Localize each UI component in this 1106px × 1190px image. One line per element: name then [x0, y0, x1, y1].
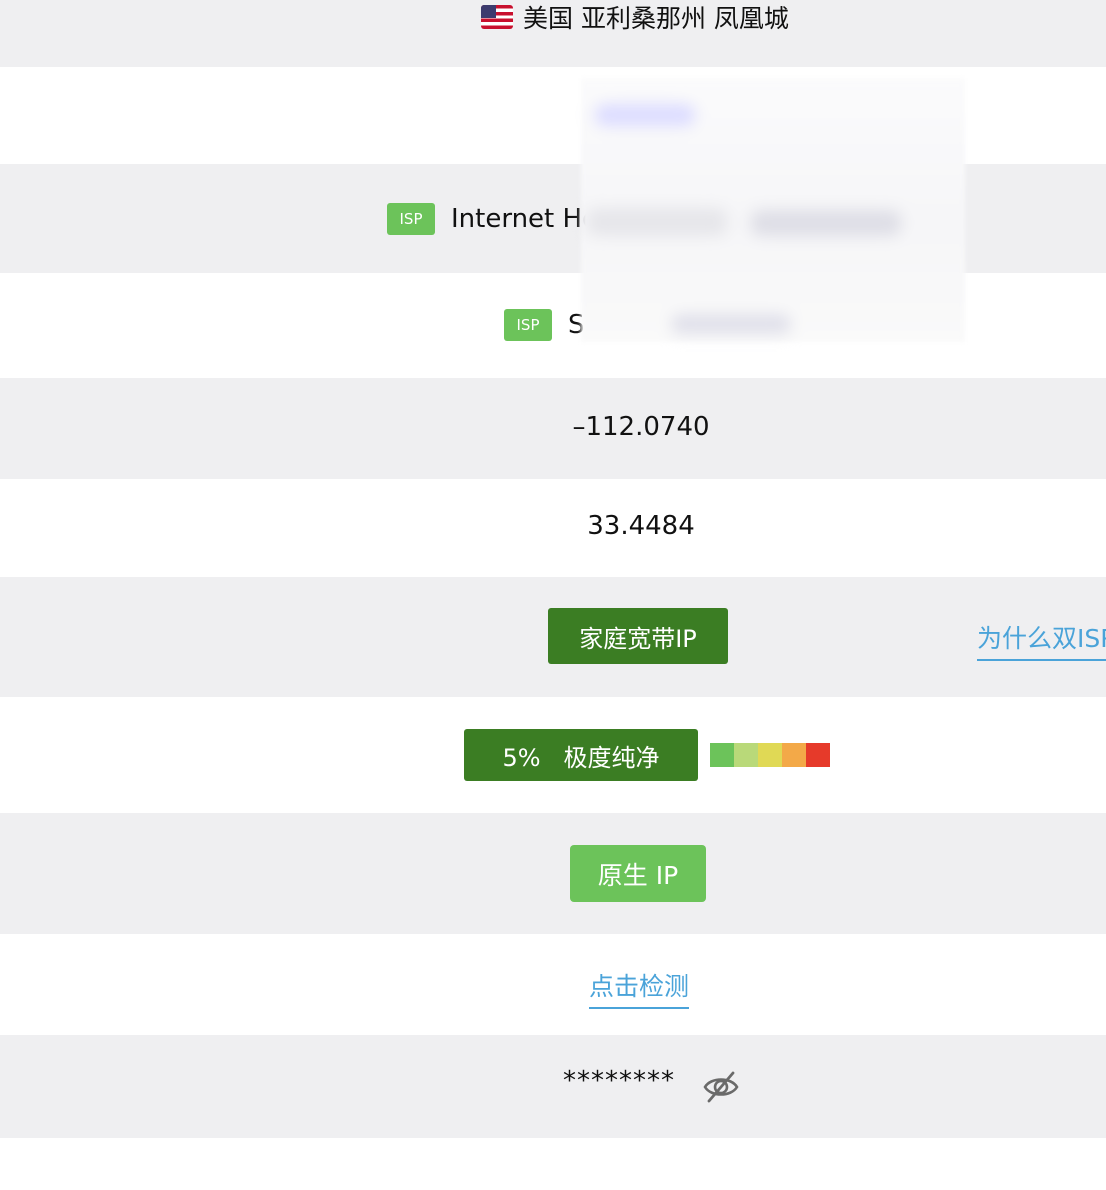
- purity-scale: [710, 743, 830, 767]
- row-native-ip: [0, 813, 1106, 934]
- isp-badge: ISP: [387, 203, 435, 235]
- purity-scale-segment: [782, 743, 806, 767]
- masked-value: ********: [563, 1066, 675, 1096]
- purity-scale-segment: [806, 743, 830, 767]
- us-flag-icon: [481, 5, 513, 29]
- why-dual-isp-link[interactable]: 为什么双ISP: [977, 619, 1106, 661]
- latitude-value: 33.4484: [587, 511, 695, 541]
- purity-scale-segment: [758, 743, 782, 767]
- ip-type-badge: 家庭宽带IP: [548, 608, 728, 664]
- native-ip-badge: 原生 IP: [570, 845, 706, 902]
- purity-scale-segment: [710, 743, 734, 767]
- row-masked: [0, 1035, 1106, 1138]
- location-label: 美国 亚利桑那州 凤凰城: [523, 4, 789, 33]
- purity-scale-segment: [734, 743, 758, 767]
- longitude-value: –112.0740: [572, 412, 710, 442]
- privacy-blur: [581, 78, 965, 342]
- isp-name: Internet Ho: [451, 204, 598, 234]
- purity-badge: 5% 极度纯净: [464, 729, 698, 781]
- location-info: 美国 亚利桑那州 凤凰城: [481, 0, 789, 34]
- eye-slash-icon[interactable]: [702, 1070, 740, 1104]
- row-check: [0, 934, 1106, 1035]
- isp-badge: ISP: [504, 309, 552, 341]
- click-check-link[interactable]: 点击检测: [589, 967, 690, 1009]
